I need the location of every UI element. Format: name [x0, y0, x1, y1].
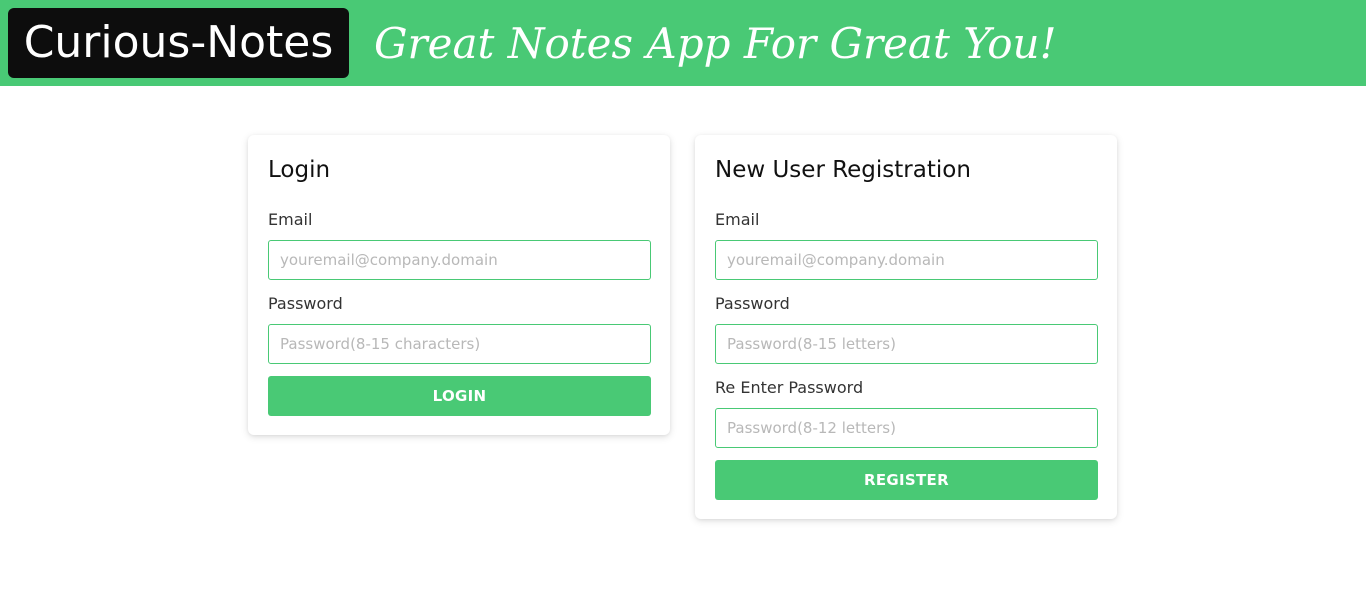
login-password-input[interactable]: [268, 324, 651, 364]
app-header: Curious-Notes Great Notes App For Great …: [0, 0, 1366, 86]
login-email-label: Email: [268, 210, 313, 229]
login-card: Login Email Password LOGIN: [248, 135, 670, 435]
registration-title: New User Registration: [715, 157, 971, 183]
brand-logo[interactable]: Curious-Notes: [8, 8, 349, 78]
register-reenter-input[interactable]: [715, 408, 1098, 448]
login-email-input[interactable]: [268, 240, 651, 280]
login-button[interactable]: LOGIN: [268, 376, 651, 416]
header-tagline: Great Notes App For Great You!: [374, 19, 1057, 68]
register-button[interactable]: REGISTER: [715, 460, 1098, 500]
login-password-label: Password: [268, 294, 343, 313]
register-password-label: Password: [715, 294, 790, 313]
register-reenter-label: Re Enter Password: [715, 378, 864, 397]
register-password-input[interactable]: [715, 324, 1098, 364]
register-email-label: Email: [715, 210, 760, 229]
register-email-input[interactable]: [715, 240, 1098, 280]
login-title: Login: [268, 157, 331, 183]
registration-card: New User Registration Email Password Re …: [695, 135, 1117, 519]
